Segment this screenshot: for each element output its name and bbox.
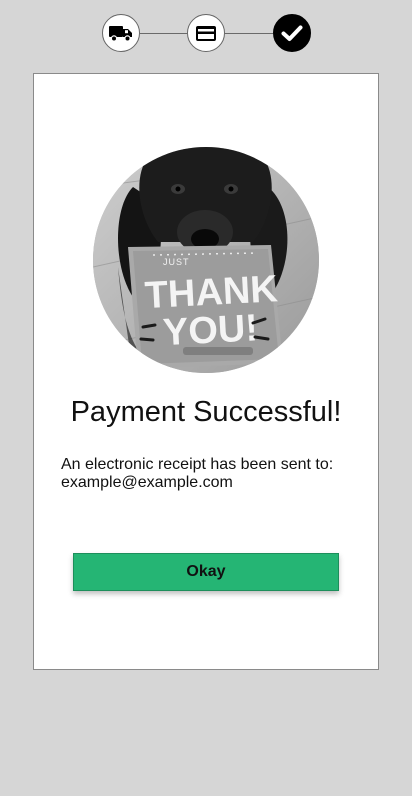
step-shipping[interactable]: [102, 14, 140, 52]
card-text-just: JUST: [163, 257, 190, 267]
success-card: JUST THANK YOU! Payment Successful! An e…: [33, 73, 379, 670]
receipt-message-text: An electronic receipt has been sent to:: [61, 456, 334, 473]
checkmark-icon: [281, 25, 303, 41]
thank-you-dog-image: JUST THANK YOU!: [93, 147, 319, 373]
stepper-connector: [225, 33, 273, 34]
page-title: Payment Successful!: [70, 396, 342, 428]
okay-button[interactable]: Okay: [73, 553, 339, 591]
step-payment[interactable]: [187, 14, 225, 52]
step-confirmation[interactable]: [273, 14, 311, 52]
truck-icon: [109, 26, 132, 42]
stepper-connector: [140, 33, 187, 34]
credit-card-icon: [196, 25, 216, 41]
payment-success-screen: JUST THANK YOU! Payment Successful! An e…: [0, 0, 412, 796]
receipt-email: example@example.com: [61, 474, 233, 491]
checkout-stepper: [0, 14, 412, 54]
receipt-message: An electronic receipt has been sent to: …: [61, 456, 361, 492]
